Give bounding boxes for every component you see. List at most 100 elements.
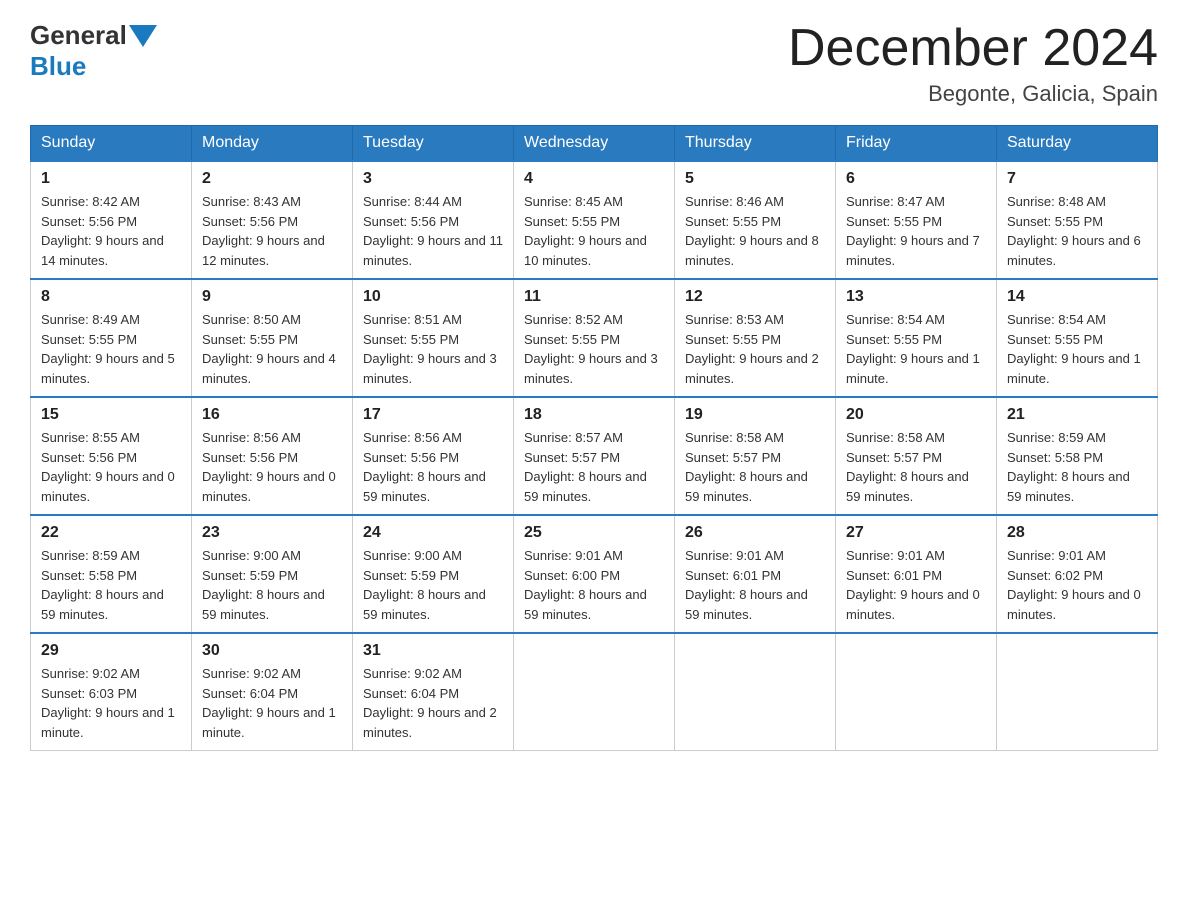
logo-triangle-icon xyxy=(129,25,157,47)
day-info: Sunrise: 8:43 AM Sunset: 5:56 PM Dayligh… xyxy=(202,192,342,270)
day-info: Sunrise: 8:47 AM Sunset: 5:55 PM Dayligh… xyxy=(846,192,986,270)
logo-blue: Blue xyxy=(30,51,86,81)
table-row: 13 Sunrise: 8:54 AM Sunset: 5:55 PM Dayl… xyxy=(836,279,997,397)
table-row: 30 Sunrise: 9:02 AM Sunset: 6:04 PM Dayl… xyxy=(192,633,353,751)
table-row: 25 Sunrise: 9:01 AM Sunset: 6:00 PM Dayl… xyxy=(514,515,675,633)
page-header: General Blue December 2024 Begonte, Gali… xyxy=(30,20,1158,107)
header-row: Sunday Monday Tuesday Wednesday Thursday… xyxy=(31,126,1158,162)
location: Begonte, Galicia, Spain xyxy=(788,81,1158,107)
table-row: 23 Sunrise: 9:00 AM Sunset: 5:59 PM Dayl… xyxy=(192,515,353,633)
col-friday: Friday xyxy=(836,126,997,162)
table-row xyxy=(514,633,675,751)
day-info: Sunrise: 9:01 AM Sunset: 6:02 PM Dayligh… xyxy=(1007,546,1147,624)
day-number: 2 xyxy=(202,170,342,188)
day-number: 11 xyxy=(524,288,664,306)
table-row: 2 Sunrise: 8:43 AM Sunset: 5:56 PM Dayli… xyxy=(192,161,353,279)
day-number: 25 xyxy=(524,524,664,542)
col-thursday: Thursday xyxy=(675,126,836,162)
day-info: Sunrise: 8:50 AM Sunset: 5:55 PM Dayligh… xyxy=(202,310,342,388)
day-number: 18 xyxy=(524,406,664,424)
day-info: Sunrise: 9:01 AM Sunset: 6:00 PM Dayligh… xyxy=(524,546,664,624)
day-number: 13 xyxy=(846,288,986,306)
table-row: 14 Sunrise: 8:54 AM Sunset: 5:55 PM Dayl… xyxy=(997,279,1158,397)
day-number: 16 xyxy=(202,406,342,424)
day-number: 8 xyxy=(41,288,181,306)
col-tuesday: Tuesday xyxy=(353,126,514,162)
day-info: Sunrise: 8:52 AM Sunset: 5:55 PM Dayligh… xyxy=(524,310,664,388)
day-info: Sunrise: 8:58 AM Sunset: 5:57 PM Dayligh… xyxy=(846,428,986,506)
logo: General Blue xyxy=(30,20,159,82)
day-number: 14 xyxy=(1007,288,1147,306)
table-row: 19 Sunrise: 8:58 AM Sunset: 5:57 PM Dayl… xyxy=(675,397,836,515)
table-row: 18 Sunrise: 8:57 AM Sunset: 5:57 PM Dayl… xyxy=(514,397,675,515)
table-row: 20 Sunrise: 8:58 AM Sunset: 5:57 PM Dayl… xyxy=(836,397,997,515)
month-title: December 2024 xyxy=(788,20,1158,77)
table-row: 7 Sunrise: 8:48 AM Sunset: 5:55 PM Dayli… xyxy=(997,161,1158,279)
day-number: 5 xyxy=(685,170,825,188)
table-row: 10 Sunrise: 8:51 AM Sunset: 5:55 PM Dayl… xyxy=(353,279,514,397)
day-number: 12 xyxy=(685,288,825,306)
day-info: Sunrise: 8:55 AM Sunset: 5:56 PM Dayligh… xyxy=(41,428,181,506)
day-info: Sunrise: 9:02 AM Sunset: 6:04 PM Dayligh… xyxy=(202,664,342,742)
table-row: 3 Sunrise: 8:44 AM Sunset: 5:56 PM Dayli… xyxy=(353,161,514,279)
day-info: Sunrise: 9:00 AM Sunset: 5:59 PM Dayligh… xyxy=(363,546,503,624)
logo-general: General xyxy=(30,20,127,51)
day-info: Sunrise: 8:58 AM Sunset: 5:57 PM Dayligh… xyxy=(685,428,825,506)
day-number: 15 xyxy=(41,406,181,424)
calendar-table: Sunday Monday Tuesday Wednesday Thursday… xyxy=(30,125,1158,751)
table-row: 21 Sunrise: 8:59 AM Sunset: 5:58 PM Dayl… xyxy=(997,397,1158,515)
table-row: 11 Sunrise: 8:52 AM Sunset: 5:55 PM Dayl… xyxy=(514,279,675,397)
day-number: 10 xyxy=(363,288,503,306)
day-info: Sunrise: 8:48 AM Sunset: 5:55 PM Dayligh… xyxy=(1007,192,1147,270)
day-info: Sunrise: 8:59 AM Sunset: 5:58 PM Dayligh… xyxy=(1007,428,1147,506)
day-info: Sunrise: 8:42 AM Sunset: 5:56 PM Dayligh… xyxy=(41,192,181,270)
table-row: 12 Sunrise: 8:53 AM Sunset: 5:55 PM Dayl… xyxy=(675,279,836,397)
table-row: 4 Sunrise: 8:45 AM Sunset: 5:55 PM Dayli… xyxy=(514,161,675,279)
day-number: 7 xyxy=(1007,170,1147,188)
day-number: 30 xyxy=(202,642,342,660)
day-number: 22 xyxy=(41,524,181,542)
calendar-week-row: 22 Sunrise: 8:59 AM Sunset: 5:58 PM Dayl… xyxy=(31,515,1158,633)
col-wednesday: Wednesday xyxy=(514,126,675,162)
day-info: Sunrise: 8:49 AM Sunset: 5:55 PM Dayligh… xyxy=(41,310,181,388)
day-number: 27 xyxy=(846,524,986,542)
table-row: 31 Sunrise: 9:02 AM Sunset: 6:04 PM Dayl… xyxy=(353,633,514,751)
table-row: 28 Sunrise: 9:01 AM Sunset: 6:02 PM Dayl… xyxy=(997,515,1158,633)
day-number: 21 xyxy=(1007,406,1147,424)
day-number: 31 xyxy=(363,642,503,660)
table-row xyxy=(836,633,997,751)
day-info: Sunrise: 9:02 AM Sunset: 6:04 PM Dayligh… xyxy=(363,664,503,742)
table-row: 5 Sunrise: 8:46 AM Sunset: 5:55 PM Dayli… xyxy=(675,161,836,279)
day-number: 20 xyxy=(846,406,986,424)
day-info: Sunrise: 8:45 AM Sunset: 5:55 PM Dayligh… xyxy=(524,192,664,270)
col-monday: Monday xyxy=(192,126,353,162)
col-saturday: Saturday xyxy=(997,126,1158,162)
col-sunday: Sunday xyxy=(31,126,192,162)
calendar-week-row: 29 Sunrise: 9:02 AM Sunset: 6:03 PM Dayl… xyxy=(31,633,1158,751)
day-info: Sunrise: 9:01 AM Sunset: 6:01 PM Dayligh… xyxy=(846,546,986,624)
day-number: 23 xyxy=(202,524,342,542)
table-row: 24 Sunrise: 9:00 AM Sunset: 5:59 PM Dayl… xyxy=(353,515,514,633)
day-info: Sunrise: 8:54 AM Sunset: 5:55 PM Dayligh… xyxy=(846,310,986,388)
day-info: Sunrise: 8:56 AM Sunset: 5:56 PM Dayligh… xyxy=(363,428,503,506)
day-info: Sunrise: 8:59 AM Sunset: 5:58 PM Dayligh… xyxy=(41,546,181,624)
day-number: 17 xyxy=(363,406,503,424)
day-info: Sunrise: 8:54 AM Sunset: 5:55 PM Dayligh… xyxy=(1007,310,1147,388)
table-row: 15 Sunrise: 8:55 AM Sunset: 5:56 PM Dayl… xyxy=(31,397,192,515)
day-info: Sunrise: 9:00 AM Sunset: 5:59 PM Dayligh… xyxy=(202,546,342,624)
table-row: 16 Sunrise: 8:56 AM Sunset: 5:56 PM Dayl… xyxy=(192,397,353,515)
table-row: 17 Sunrise: 8:56 AM Sunset: 5:56 PM Dayl… xyxy=(353,397,514,515)
day-number: 1 xyxy=(41,170,181,188)
day-info: Sunrise: 9:01 AM Sunset: 6:01 PM Dayligh… xyxy=(685,546,825,624)
day-number: 24 xyxy=(363,524,503,542)
day-info: Sunrise: 8:46 AM Sunset: 5:55 PM Dayligh… xyxy=(685,192,825,270)
day-number: 26 xyxy=(685,524,825,542)
day-info: Sunrise: 8:53 AM Sunset: 5:55 PM Dayligh… xyxy=(685,310,825,388)
day-number: 28 xyxy=(1007,524,1147,542)
table-row xyxy=(675,633,836,751)
table-row: 29 Sunrise: 9:02 AM Sunset: 6:03 PM Dayl… xyxy=(31,633,192,751)
table-row: 27 Sunrise: 9:01 AM Sunset: 6:01 PM Dayl… xyxy=(836,515,997,633)
table-row: 1 Sunrise: 8:42 AM Sunset: 5:56 PM Dayli… xyxy=(31,161,192,279)
table-row: 8 Sunrise: 8:49 AM Sunset: 5:55 PM Dayli… xyxy=(31,279,192,397)
day-number: 9 xyxy=(202,288,342,306)
